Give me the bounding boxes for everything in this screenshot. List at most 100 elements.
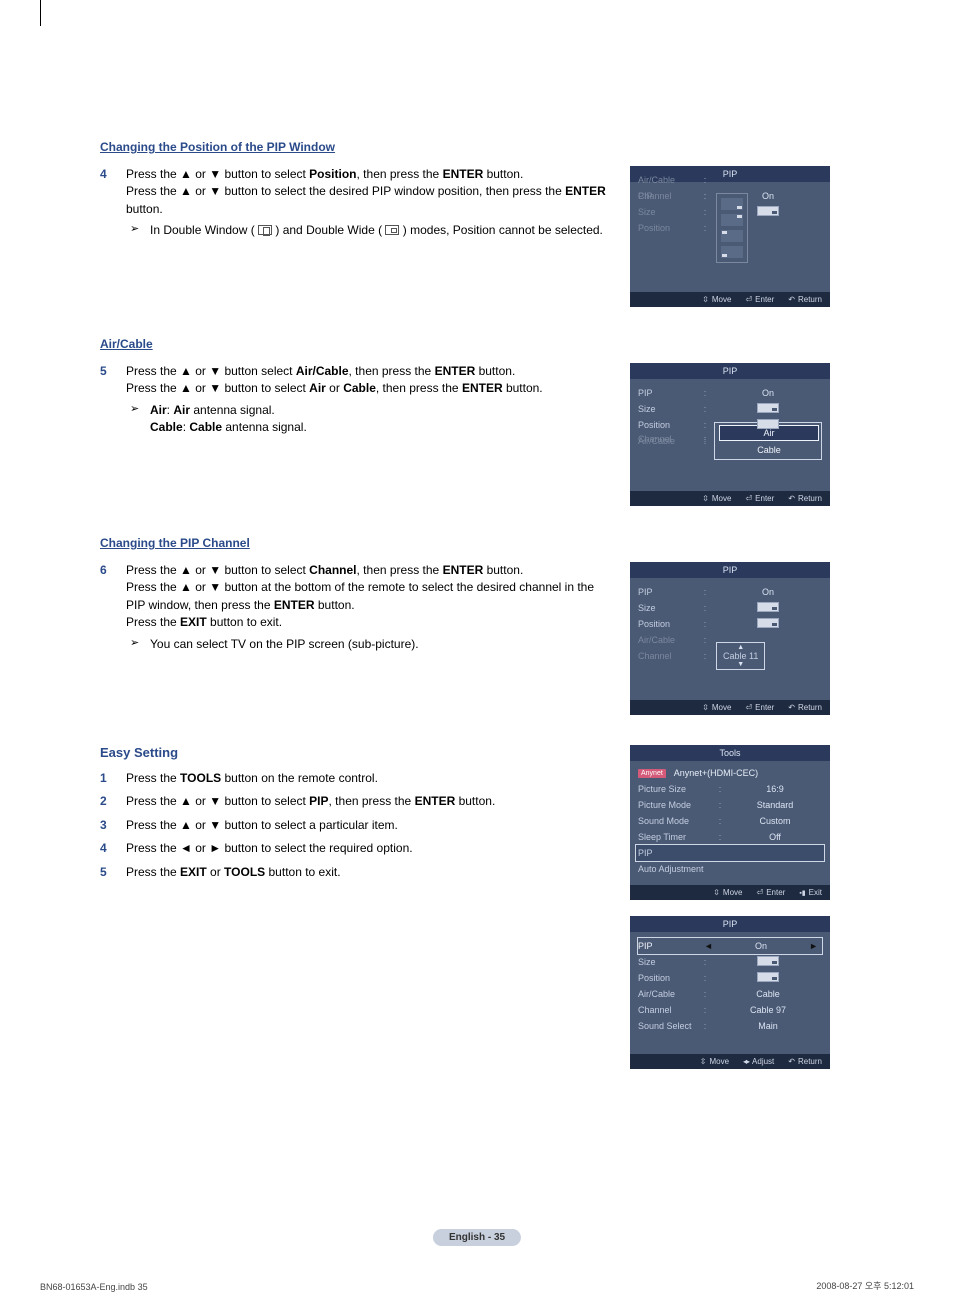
osd-value: Cable 97 [714,1005,822,1015]
step-5: 5 Press the ▲ or ▼ button select Air/Cab… [100,363,610,437]
note: You can select TV on the PIP screen (sub… [126,636,610,653]
step-2: 2 Press the ▲ or ▼ button to select PIP,… [100,793,610,810]
text: Press the ▲ or ▼ button to select a part… [126,818,398,832]
position-icon [757,419,779,429]
tools-value: Custom [728,816,822,826]
step-number: 4 [100,166,114,240]
section-easy: Easy Setting 1 Press the TOOLS button on… [100,745,864,1069]
tools-value: Standard [728,800,822,810]
osd-label: Air/Cable [638,635,696,645]
osd-footer-enter: Enter [745,494,774,503]
text: You can select TV on the PIP screen (sub… [150,637,419,651]
osd-footer-move: Move [713,888,742,897]
text: , then press the [357,167,443,181]
step-6: 6 Press the ▲ or ▼ button to select Chan… [100,562,610,653]
text: , then press the [376,381,462,395]
osd-label: Position [638,973,696,983]
osd-label: Size [638,207,696,217]
text: Cable [150,420,183,434]
text: button to exit. [207,615,282,629]
text: button. [483,563,523,577]
text: antenna signal. [190,403,275,417]
text: Press the ▲ or ▼ button to select the de… [126,184,565,198]
osd-footer-move: Move [700,1057,729,1066]
osd-footer-return: Return [788,1057,822,1066]
note: In Double Window ( ) and Double Wide ( )… [126,222,610,239]
page-number-pill: English - 35 [433,1229,521,1246]
heading-position: Changing the Position of the PIP Window [100,140,864,154]
note: Air: Air antenna signal. Cable: Cable an… [126,402,610,437]
down-arrow-icon: ▼ [737,661,744,668]
text: or [326,381,343,395]
osd-label: Channel [638,191,696,201]
tools-value: 16:9 [728,784,822,794]
size-icon [757,956,779,966]
double-wide-icon [385,225,399,235]
text: ) modes, Position cannot be selected. [399,223,602,237]
text: Press the ▲ or ▼ button select [126,364,296,378]
text: EXIT [180,865,207,879]
osd-label: Size [638,957,696,967]
channel-selector: ▲ Cable 11 ▼ [716,642,765,670]
text: button to exit. [265,865,340,879]
position-icon [757,618,779,628]
text: Press the ◄ or ► button to select the re… [126,841,413,855]
text: Press the [126,865,180,879]
osd-footer-return: Return [788,494,822,503]
text: Press the ▲ or ▼ button to select [126,381,309,395]
osd-pip-position: PIP PIP:On Size: Position: Air/Cable: Ch… [630,166,830,307]
osd-pip-channel: PIP PIP:On Size: Position: Air/Cable: Ch… [630,562,830,715]
osd-label: Position [638,420,696,430]
step-4: 4 Press the ▲ or ▼ button to select Posi… [100,166,610,240]
osd-footer-enter: Enter [756,888,785,897]
text: button. [126,202,163,216]
text: Press the ▲ or ▼ button to select [126,794,309,808]
text: antenna signal. [222,420,307,434]
double-window-icon [258,225,272,235]
position-options [716,193,748,263]
step-number: 4 [100,840,114,857]
tools-label: PIP [638,848,822,858]
text: button. [475,364,515,378]
anynet-badge-icon: Anynet [638,769,666,778]
size-icon [757,602,779,612]
text: ) and Double Wide ( [272,223,385,237]
page-content: Changing the Position of the PIP Window … [0,0,954,1159]
osd-label: PIP [638,388,696,398]
tools-pip-selected: PIP [636,845,824,861]
step-number: 5 [100,864,114,881]
step-number: 2 [100,793,114,810]
text: ENTER [462,381,503,395]
osd-value: Main [714,1021,822,1031]
text: button. [455,794,495,808]
channel-value: Cable 11 [723,651,758,661]
osd-value: Cable [714,989,822,999]
osd-footer-enter: Enter [745,703,774,712]
pip-row-selected: PIP ◄ On ► [638,938,822,954]
up-arrow-icon: ▲ [737,644,744,651]
osd-label: Size [638,404,696,414]
tools-label: Sleep Timer [638,832,712,842]
osd-title: PIP [630,916,830,932]
right-arrow-icon: ► [805,941,822,951]
osd-title: PIP [630,363,830,379]
text: button. [315,598,355,612]
text: Air [173,403,190,417]
osd-label: Channel [638,651,696,661]
text: Cable [189,420,222,434]
osd-footer-enter: Enter [745,295,774,304]
text: button. [483,167,523,181]
heading-channel: Changing the PIP Channel [100,536,864,550]
osd-footer-adjust: Adjust [743,1057,774,1066]
text: , then press the [357,563,443,577]
step-number: 6 [100,562,114,653]
tools-label: Picture Size [638,784,712,794]
text: or [207,865,224,879]
text: Press the ▲ or ▼ button at the bottom of… [126,580,594,611]
text: ENTER [415,794,456,808]
osd-label: Air/Cable [638,989,696,999]
osd-value: On [714,388,822,398]
text: ENTER [443,563,484,577]
text: Cable [343,381,376,395]
osd-label: Position [638,619,696,629]
